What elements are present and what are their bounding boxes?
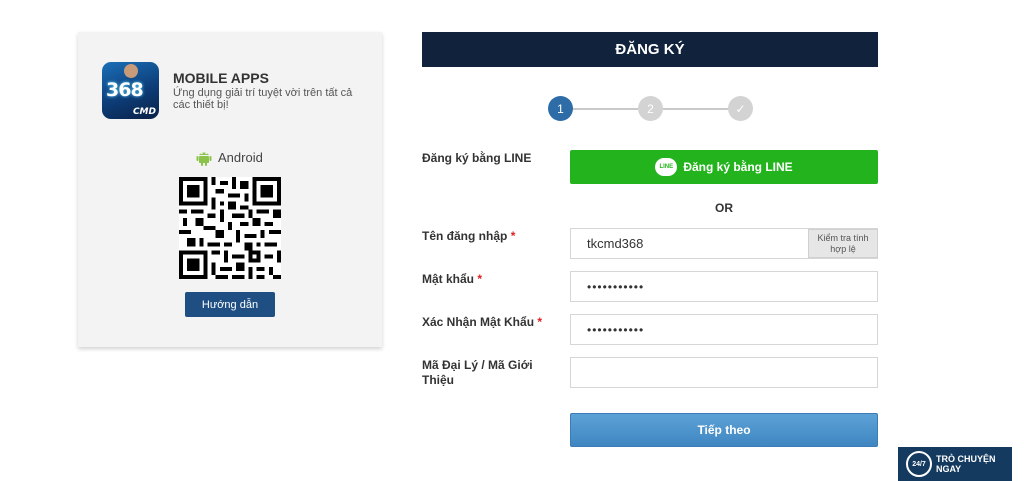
username-label: Tên đăng nhập *	[422, 229, 515, 244]
headset-24-7-icon: 24/7	[906, 451, 932, 477]
required-marker: *	[477, 272, 483, 286]
referral-code-label: Mã Đại Lý / Mã Giới Thiệu	[422, 358, 533, 387]
app-logo: 368 CMD	[102, 62, 159, 119]
line-icon: LINE	[655, 158, 678, 176]
mobile-apps-description: Ứng dụng giải trí tuyệt vời trên tất cả …	[173, 87, 353, 111]
password-input[interactable]	[570, 271, 878, 302]
line-register-button[interactable]: LINE Đăng ký bằng LINE	[570, 150, 878, 184]
mobile-apps-title: MOBILE APPS	[173, 70, 269, 86]
password-label-text: Mật khẩu	[422, 272, 475, 286]
guide-button[interactable]: Hướng dẫn	[185, 292, 275, 317]
step-1: 1	[548, 96, 573, 121]
android-label: Android	[218, 150, 263, 165]
next-button[interactable]: Tiếp theo	[570, 413, 878, 447]
username-label-text: Tên đăng nhập	[422, 229, 508, 243]
register-header: ĐĂNG KÝ	[422, 32, 878, 67]
chat-text: TRÒ CHUYỆN NGAY	[936, 454, 996, 474]
line-register-button-label: Đăng ký bằng LINE	[683, 160, 793, 174]
confirm-password-label: Xác Nhận Mật Khẩu *	[422, 315, 542, 330]
qr-code[interactable]	[179, 177, 281, 279]
referral-code-input[interactable]	[570, 357, 878, 388]
step-indicator: 1 2 ✓	[548, 96, 754, 122]
password-label: Mật khẩu *	[422, 272, 482, 287]
logo-number: 368	[106, 79, 144, 101]
step-connector	[573, 108, 638, 110]
line-register-label: Đăng ký bằng LINE	[422, 151, 532, 165]
android-icon	[196, 152, 212, 166]
confirm-password-input[interactable]	[570, 314, 878, 345]
required-marker: *	[537, 315, 543, 329]
step-connector	[663, 108, 728, 110]
step-complete-check-icon: ✓	[728, 96, 753, 121]
chat-line-2: NGAY	[936, 464, 962, 474]
check-username-button[interactable]: Kiểm tra tính hợp lệ	[808, 229, 878, 258]
chat-line-1: TRÒ CHUYỆN	[936, 454, 996, 464]
logo-brand: CMD	[132, 107, 156, 117]
logo-figure	[124, 64, 138, 78]
android-download-row: Android	[196, 149, 263, 166]
mobile-apps-card: 368 CMD MOBILE APPS Ứng dụng giải trí tu…	[78, 32, 382, 347]
confirm-password-label-text: Xác Nhận Mật Khẩu	[422, 315, 535, 329]
required-marker: *	[510, 229, 516, 243]
live-chat-widget[interactable]: 24/7 TRÒ CHUYỆN NGAY	[898, 447, 1012, 481]
step-2: 2	[638, 96, 663, 121]
or-divider: OR	[715, 201, 733, 215]
